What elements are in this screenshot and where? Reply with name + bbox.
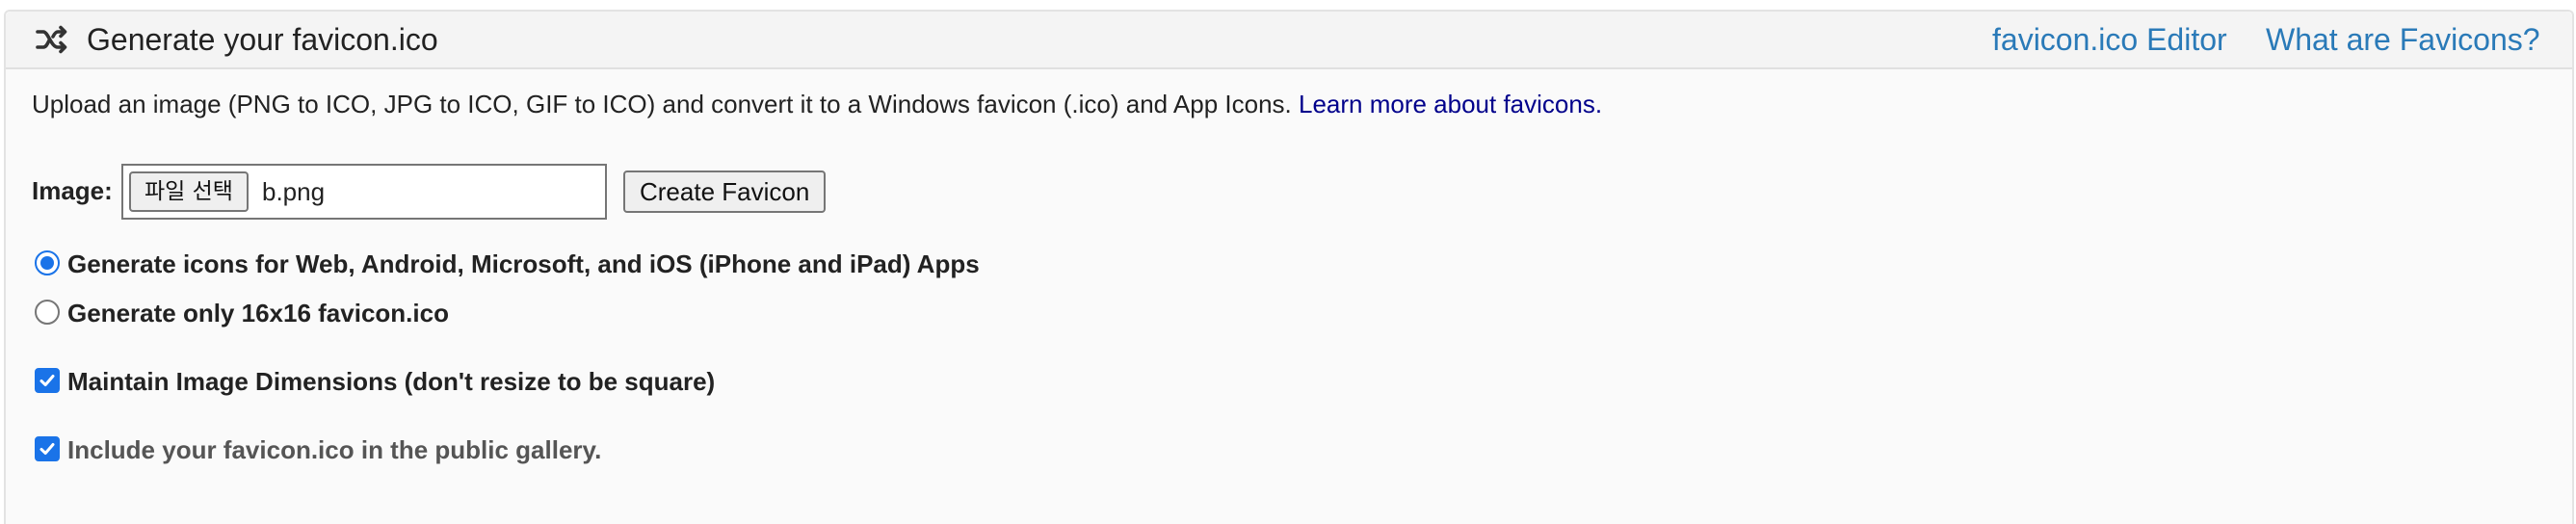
maintain-dimensions-label[interactable]: Maintain Image Dimensions (don't resize … xyxy=(67,364,715,399)
public-gallery-checkbox[interactable] xyxy=(35,436,60,461)
public-gallery-label[interactable]: Include your favicon.ico in the public g… xyxy=(67,432,601,467)
intro-text: Upload an image (PNG to ICO, JPG to ICO,… xyxy=(32,88,1602,120)
generate-all-label[interactable]: Generate icons for Web, Android, Microso… xyxy=(67,247,980,281)
generate-16-label[interactable]: Generate only 16x16 favicon.ico xyxy=(67,296,449,330)
what-are-favicons-link[interactable]: What are Favicons? xyxy=(2266,21,2540,58)
file-input[interactable]: 파일 선택 b.png xyxy=(121,164,607,220)
maintain-dimensions-checkbox[interactable] xyxy=(35,368,60,393)
page-title: Generate your favicon.ico xyxy=(87,22,438,57)
create-favicon-button[interactable]: Create Favicon xyxy=(623,170,827,213)
selected-file-name: b.png xyxy=(262,177,326,206)
generate-16-radio[interactable] xyxy=(35,300,60,325)
favicon-editor-link[interactable]: favicon.ico Editor xyxy=(1992,21,2227,58)
intro-description: Upload an image (PNG to ICO, JPG to ICO,… xyxy=(32,90,1299,118)
shuffle-icon xyxy=(36,25,67,54)
checkmark-icon xyxy=(39,375,55,386)
checkmark-icon xyxy=(39,443,55,455)
learn-more-link[interactable]: Learn more about favicons. xyxy=(1299,90,1602,118)
choose-file-button[interactable]: 파일 선택 xyxy=(129,171,249,212)
panel-heading: Generate your favicon.ico favicon.ico Ed… xyxy=(6,12,2572,69)
image-label: Image: xyxy=(32,176,113,205)
generate-all-radio[interactable] xyxy=(35,250,60,275)
